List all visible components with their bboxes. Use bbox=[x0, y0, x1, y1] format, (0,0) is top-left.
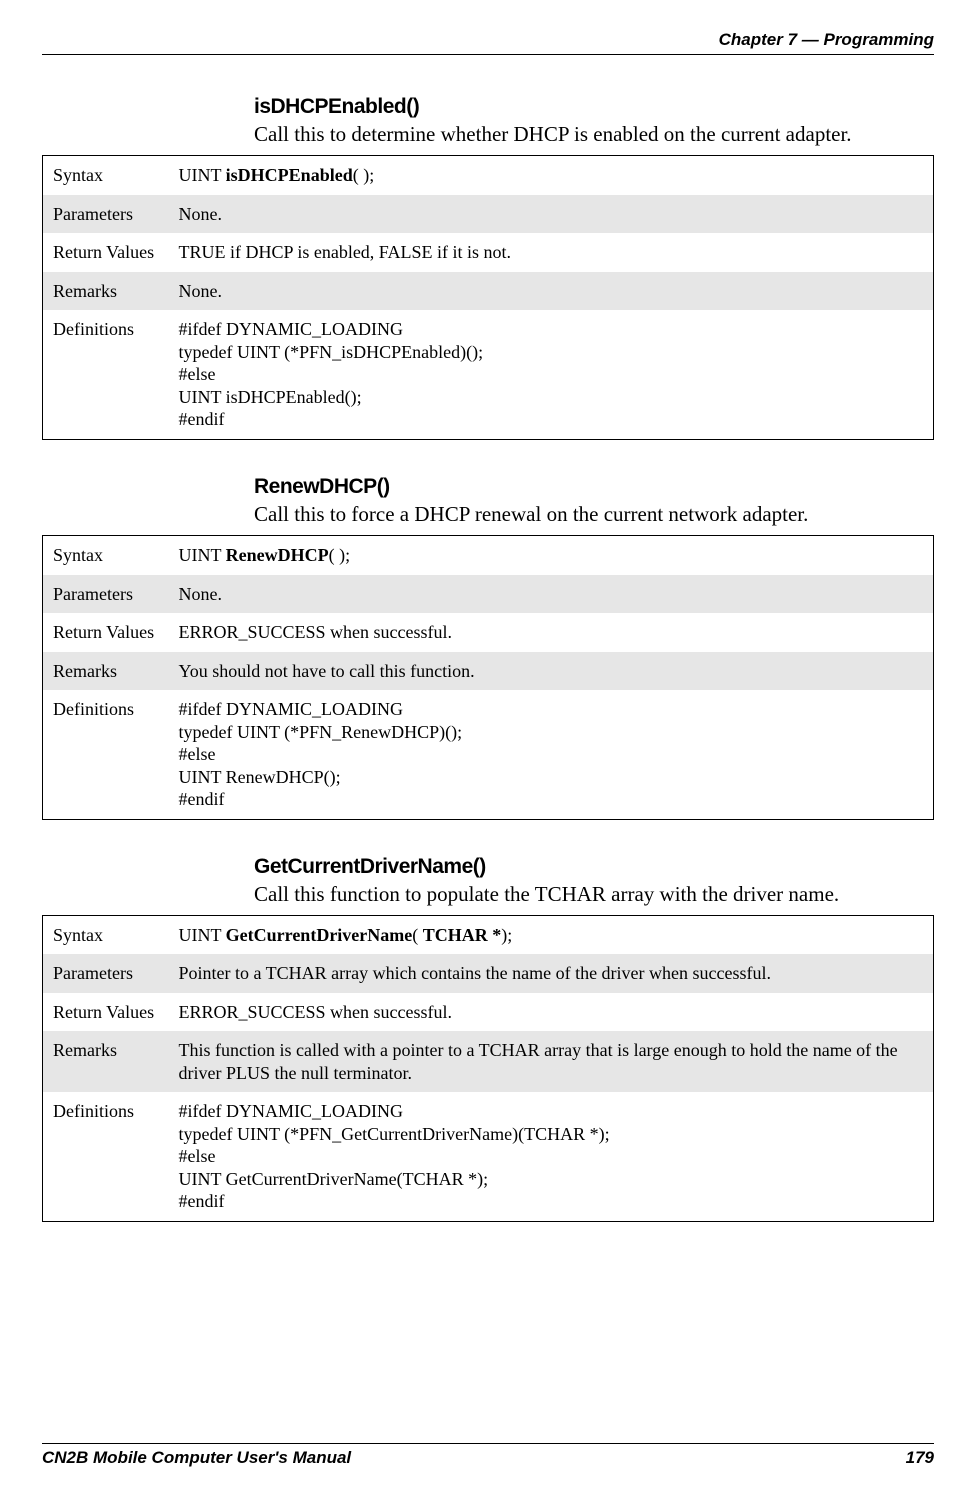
section-intro: isDHCPEnabled() Call this to determine w… bbox=[254, 95, 934, 147]
row-value-definitions: #ifdef DYNAMIC_LOADING typedef UINT (*PF… bbox=[169, 690, 934, 819]
row-value-syntax: UINT RenewDHCP( ); bbox=[169, 536, 934, 575]
row-label-parameters: Parameters bbox=[43, 195, 169, 234]
row-value-remarks: You should not have to call this functio… bbox=[169, 652, 934, 691]
function-heading: isDHCPEnabled() bbox=[254, 95, 934, 119]
row-label-return: Return Values bbox=[43, 993, 169, 1032]
row-label-parameters: Parameters bbox=[43, 954, 169, 993]
page-footer: CN2B Mobile Computer User's Manual 179 bbox=[42, 1443, 934, 1468]
row-value-parameters: None. bbox=[169, 195, 934, 234]
syntax-prefix: UINT bbox=[179, 165, 226, 185]
table-row: Parameters None. bbox=[43, 575, 934, 614]
section-intro: RenewDHCP() Call this to force a DHCP re… bbox=[254, 475, 934, 527]
table-row: Syntax UINT isDHCPEnabled( ); bbox=[43, 156, 934, 195]
row-value-definitions: #ifdef DYNAMIC_LOADING typedef UINT (*PF… bbox=[169, 1092, 934, 1221]
api-table: Syntax UINT GetCurrentDriverName( TCHAR … bbox=[42, 915, 934, 1222]
api-table: Syntax UINT RenewDHCP( ); Parameters Non… bbox=[42, 535, 934, 820]
row-value-remarks: None. bbox=[169, 272, 934, 311]
function-heading: GetCurrentDriverName() bbox=[254, 855, 934, 879]
row-value-parameters: None. bbox=[169, 575, 934, 614]
table-row: Definitions #ifdef DYNAMIC_LOADING typed… bbox=[43, 1092, 934, 1221]
syntax-suffix: ( ); bbox=[353, 165, 375, 185]
row-value-parameters: Pointer to a TCHAR array which contains … bbox=[169, 954, 934, 993]
table-row: Return Values ERROR_SUCCESS when success… bbox=[43, 613, 934, 652]
row-label-definitions: Definitions bbox=[43, 310, 169, 439]
row-label-remarks: Remarks bbox=[43, 272, 169, 311]
function-description: Call this function to populate the TCHAR… bbox=[254, 881, 934, 907]
syntax-middle: ( bbox=[412, 925, 423, 945]
syntax-name: isDHCPEnabled bbox=[226, 165, 353, 185]
row-label-definitions: Definitions bbox=[43, 690, 169, 819]
table-row: Return Values TRUE if DHCP is enabled, F… bbox=[43, 233, 934, 272]
row-value-syntax: UINT isDHCPEnabled( ); bbox=[169, 156, 934, 195]
row-label-parameters: Parameters bbox=[43, 575, 169, 614]
row-label-remarks: Remarks bbox=[43, 652, 169, 691]
syntax-param: TCHAR * bbox=[423, 925, 502, 945]
table-row: Definitions #ifdef DYNAMIC_LOADING typed… bbox=[43, 310, 934, 439]
syntax-name: GetCurrentDriverName bbox=[226, 925, 413, 945]
syntax-prefix: UINT bbox=[179, 925, 226, 945]
syntax-name: RenewDHCP bbox=[226, 545, 329, 565]
table-row: Syntax UINT RenewDHCP( ); bbox=[43, 536, 934, 575]
table-row: Parameters Pointer to a TCHAR array whic… bbox=[43, 954, 934, 993]
footer-title: CN2B Mobile Computer User's Manual bbox=[42, 1448, 351, 1468]
row-value-definitions: #ifdef DYNAMIC_LOADING typedef UINT (*PF… bbox=[169, 310, 934, 439]
table-row: Parameters None. bbox=[43, 195, 934, 234]
table-row: Definitions #ifdef DYNAMIC_LOADING typed… bbox=[43, 690, 934, 819]
row-label-syntax: Syntax bbox=[43, 156, 169, 195]
row-label-return: Return Values bbox=[43, 613, 169, 652]
syntax-suffix: ( ); bbox=[329, 545, 351, 565]
row-label-return: Return Values bbox=[43, 233, 169, 272]
footer-page-number: 179 bbox=[906, 1448, 934, 1468]
row-label-syntax: Syntax bbox=[43, 536, 169, 575]
table-row: Remarks You should not have to call this… bbox=[43, 652, 934, 691]
function-heading: RenewDHCP() bbox=[254, 475, 934, 499]
section-intro: GetCurrentDriverName() Call this functio… bbox=[254, 855, 934, 907]
api-table: Syntax UINT isDHCPEnabled( ); Parameters… bbox=[42, 155, 934, 440]
syntax-suffix: ); bbox=[501, 925, 512, 945]
table-row: Return Values ERROR_SUCCESS when success… bbox=[43, 993, 934, 1032]
syntax-prefix: UINT bbox=[179, 545, 226, 565]
row-value-syntax: UINT GetCurrentDriverName( TCHAR *); bbox=[169, 915, 934, 954]
table-row: Syntax UINT GetCurrentDriverName( TCHAR … bbox=[43, 915, 934, 954]
row-value-return: ERROR_SUCCESS when successful. bbox=[169, 993, 934, 1032]
row-label-syntax: Syntax bbox=[43, 915, 169, 954]
function-description: Call this to determine whether DHCP is e… bbox=[254, 121, 934, 147]
page-header: Chapter 7 — Programming bbox=[42, 30, 934, 50]
footer-rule bbox=[42, 1443, 934, 1444]
table-row: Remarks This function is called with a p… bbox=[43, 1031, 934, 1092]
header-rule bbox=[42, 54, 934, 55]
function-description: Call this to force a DHCP renewal on the… bbox=[254, 501, 934, 527]
row-label-definitions: Definitions bbox=[43, 1092, 169, 1221]
row-value-return: TRUE if DHCP is enabled, FALSE if it is … bbox=[169, 233, 934, 272]
row-value-return: ERROR_SUCCESS when successful. bbox=[169, 613, 934, 652]
row-value-remarks: This function is called with a pointer t… bbox=[169, 1031, 934, 1092]
row-label-remarks: Remarks bbox=[43, 1031, 169, 1092]
table-row: Remarks None. bbox=[43, 272, 934, 311]
